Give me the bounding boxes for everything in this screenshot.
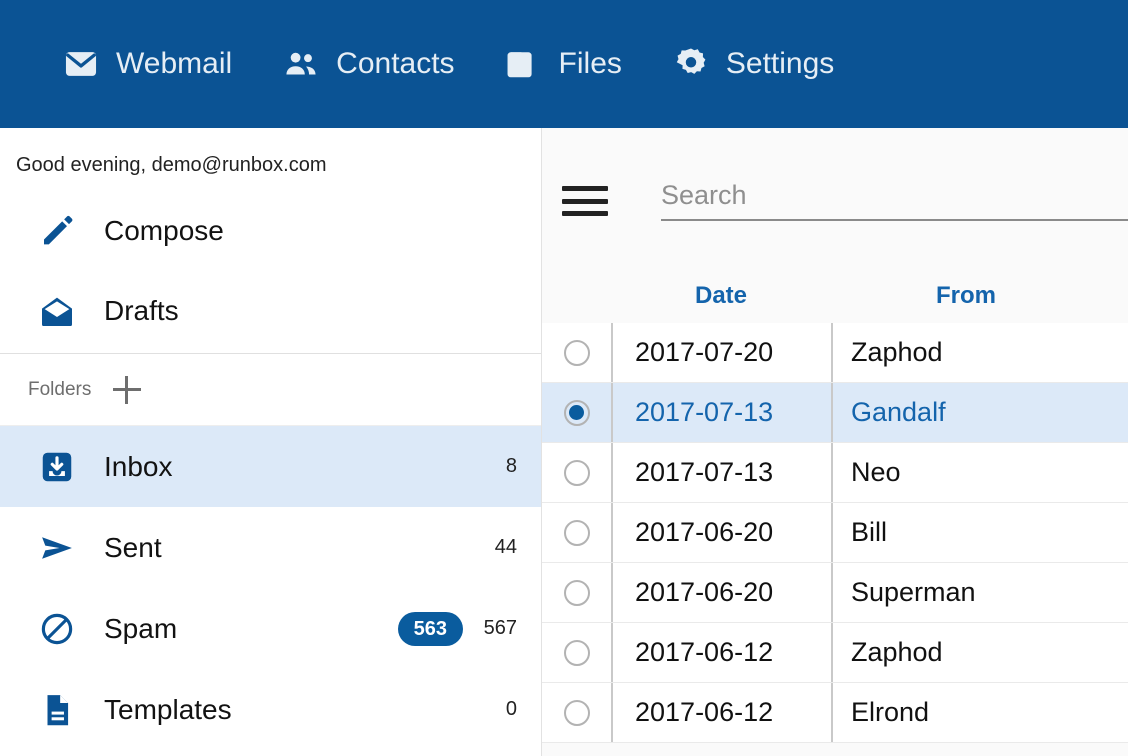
nav-label-contacts: Contacts (336, 49, 454, 79)
radio-icon[interactable] (564, 400, 590, 426)
people-icon (282, 45, 320, 83)
table-row[interactable]: 2017-06-12 Zaphod (542, 623, 1128, 683)
row-from: Zaphod (831, 623, 1128, 682)
row-from: Elrond (831, 683, 1128, 742)
search-field-wrapper (661, 180, 1128, 221)
row-select-cell[interactable] (542, 323, 611, 382)
plus-icon[interactable] (113, 376, 141, 404)
row-select-cell[interactable] (542, 383, 611, 442)
radio-icon[interactable] (564, 460, 590, 486)
folders-header: Folders (0, 354, 541, 425)
sidebar-action-list: Compose Drafts (0, 191, 541, 351)
column-header-date[interactable]: Date (611, 282, 831, 310)
mail-column-headers: Date From (542, 268, 1128, 323)
row-from: Neo (831, 443, 1128, 502)
envelope-icon (62, 45, 100, 83)
nav-item-files[interactable]: Files (505, 45, 622, 83)
sidebar-label-drafts: Drafts (104, 295, 179, 327)
nav-label-webmail: Webmail (116, 49, 232, 79)
sidebar-label-sent: Sent (104, 532, 479, 564)
table-row[interactable]: 2017-06-20 Bill (542, 503, 1128, 563)
row-select-cell[interactable] (542, 503, 611, 562)
row-date: 2017-07-20 (611, 323, 831, 382)
nav-label-settings: Settings (726, 49, 834, 79)
block-icon (36, 608, 78, 650)
mail-pane: Date From 2017-07-20 Zaphod 2017-07-13 G… (542, 128, 1128, 756)
sidebar-item-drafts[interactable]: Drafts (0, 271, 541, 351)
row-from: Superman (831, 563, 1128, 622)
sidebar-label-inbox: Inbox (104, 451, 479, 483)
folder-icon (505, 45, 543, 83)
folder-count-templates: 0 (479, 698, 517, 721)
radio-icon[interactable] (564, 580, 590, 606)
row-date: 2017-06-12 (611, 683, 831, 742)
sidebar-label-compose: Compose (104, 215, 224, 247)
open-envelope-icon (36, 290, 78, 332)
hamburger-bar (562, 199, 608, 204)
column-header-from[interactable]: From (831, 282, 1128, 310)
mail-row-list: 2017-07-20 Zaphod 2017-07-13 Gandalf 201… (542, 323, 1128, 756)
row-date: 2017-07-13 (611, 383, 831, 442)
gear-icon (672, 45, 710, 83)
sidebar-item-spam[interactable]: Spam 563 567 (0, 588, 541, 669)
folder-count-sent: 44 (479, 536, 517, 559)
document-icon (36, 689, 78, 731)
row-select-cell[interactable] (542, 443, 611, 502)
row-select-cell[interactable] (542, 563, 611, 622)
nav-label-files: Files (559, 49, 622, 79)
folder-badge-spam: 563 (398, 612, 463, 646)
send-icon (36, 527, 78, 569)
row-date: 2017-06-20 (611, 563, 831, 622)
sidebar-item-sent[interactable]: Sent 44 (0, 507, 541, 588)
row-from: Zaphod (831, 323, 1128, 382)
hamburger-icon[interactable] (562, 186, 608, 216)
nav-item-contacts[interactable]: Contacts (282, 45, 454, 83)
table-row[interactable]: 2017-07-20 Zaphod (542, 323, 1128, 383)
sidebar: Good evening, demo@runbox.com Compose (0, 128, 542, 756)
search-input[interactable] (661, 180, 1128, 211)
radio-icon[interactable] (564, 520, 590, 546)
radio-icon[interactable] (564, 640, 590, 666)
folder-count-spam: 567 (479, 617, 517, 640)
folder-list: Inbox 8 Sent 44 Spa (0, 426, 541, 750)
sidebar-item-templates[interactable]: Templates 0 (0, 669, 541, 750)
folders-header-label: Folders (28, 379, 91, 401)
row-select-cell[interactable] (542, 623, 611, 682)
greeting-text: Good evening, demo@runbox.com (0, 128, 541, 177)
search-toolbar (542, 128, 1128, 268)
hamburger-bar (562, 186, 608, 191)
sidebar-label-templates: Templates (104, 694, 479, 726)
radio-icon[interactable] (564, 700, 590, 726)
row-date: 2017-06-20 (611, 503, 831, 562)
hamburger-bar (562, 211, 608, 216)
table-row[interactable]: 2017-07-13 Neo (542, 443, 1128, 503)
row-select-cell[interactable] (542, 683, 611, 742)
folder-count-inbox: 8 (479, 455, 517, 478)
main-content-area: Good evening, demo@runbox.com Compose (0, 128, 1128, 756)
sidebar-item-inbox[interactable]: Inbox 8 (0, 426, 541, 507)
row-date: 2017-06-12 (611, 623, 831, 682)
table-row[interactable]: 2017-07-13 Gandalf (542, 383, 1128, 443)
row-from: Bill (831, 503, 1128, 562)
radio-icon[interactable] (564, 340, 590, 366)
row-from: Gandalf (831, 383, 1128, 442)
sidebar-item-compose[interactable]: Compose (0, 191, 541, 271)
top-navigation-bar: Webmail Contacts Files (0, 0, 1128, 128)
inbox-icon (36, 446, 78, 488)
table-row[interactable]: 2017-06-12 Elrond (542, 683, 1128, 743)
row-date: 2017-07-13 (611, 443, 831, 502)
nav-item-webmail[interactable]: Webmail (62, 45, 232, 83)
table-row[interactable]: 2017-06-20 Superman (542, 563, 1128, 623)
nav-item-settings[interactable]: Settings (672, 45, 834, 83)
sidebar-label-spam: Spam (104, 613, 398, 645)
pencil-icon (36, 210, 78, 252)
